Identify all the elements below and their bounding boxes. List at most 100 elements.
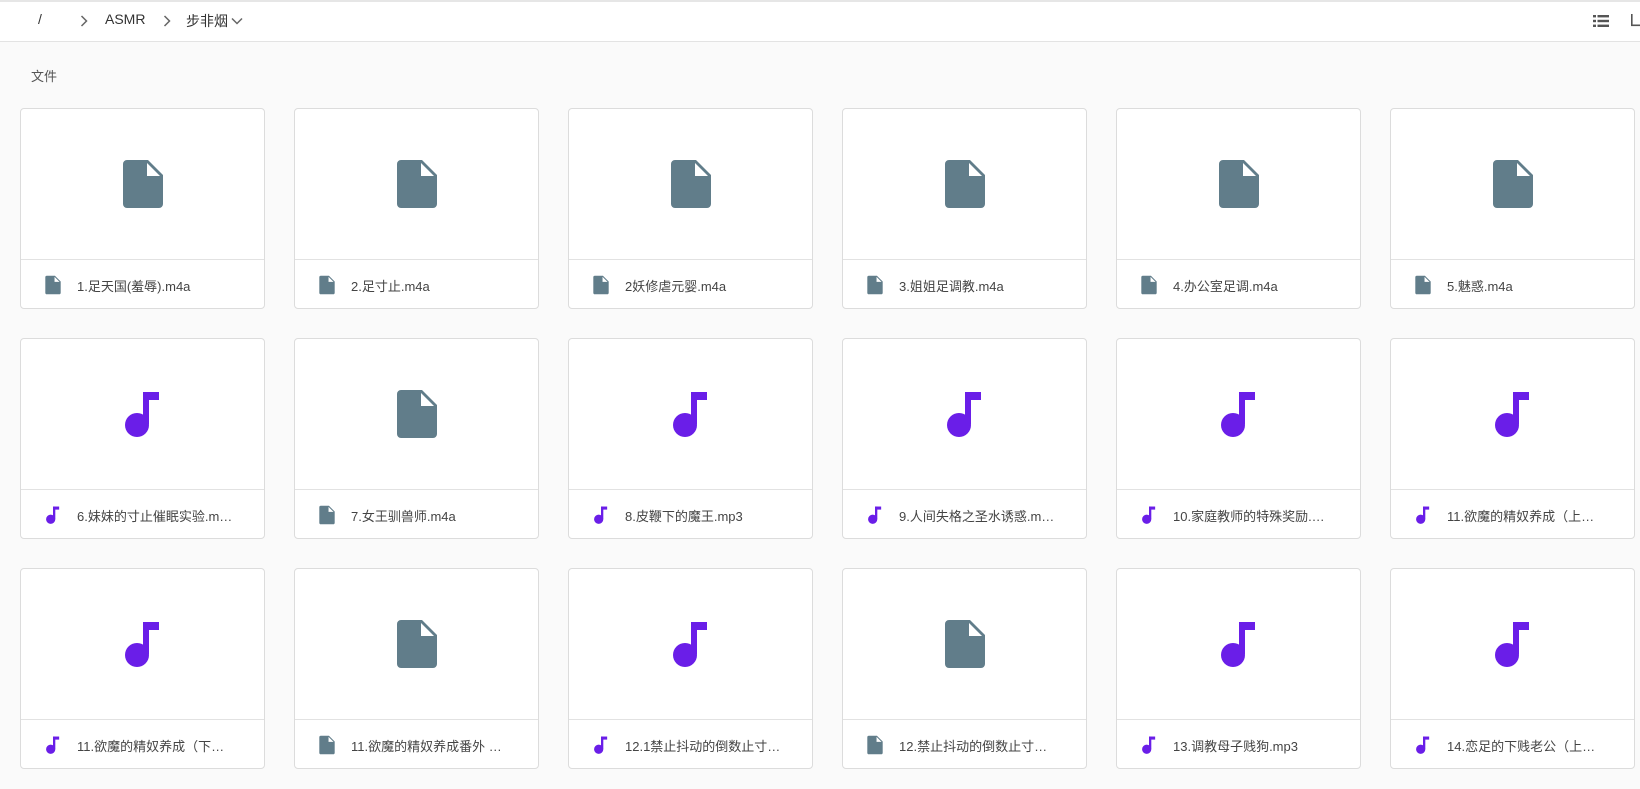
file-name: 12.1禁止抖动的倒数止寸… xyxy=(625,738,781,754)
file-preview[interactable] xyxy=(21,569,264,720)
music-note-icon xyxy=(1139,505,1159,525)
music-note-icon xyxy=(1493,620,1533,668)
file-footer[interactable]: 11.欲魔的精奴养成番外 … xyxy=(295,720,538,768)
file-preview[interactable] xyxy=(843,109,1086,260)
download-icon[interactable] xyxy=(1630,12,1640,30)
document-icon xyxy=(317,275,337,295)
file-footer[interactable]: 11.欲魔的精奴养成（上… xyxy=(1391,490,1634,538)
file-preview[interactable] xyxy=(569,339,812,490)
file-name: 10.家庭教师的特殊奖励.… xyxy=(1173,508,1325,524)
file-footer[interactable]: 2.足寸止.m4a xyxy=(295,260,538,308)
file-name: 8.皮鞭下的魔王.mp3 xyxy=(625,508,743,524)
document-icon xyxy=(944,160,985,208)
file-card[interactable]: 3.姐姐足调教.m4a xyxy=(842,108,1087,309)
file-card[interactable]: 1.足天国(羞辱).m4a xyxy=(20,108,265,309)
file-name: 11.欲魔的精奴养成（上… xyxy=(1447,508,1595,524)
file-name: 11.欲魔的精奴养成（下… xyxy=(77,738,225,754)
file-footer[interactable]: 2妖修虐元婴.m4a xyxy=(569,260,812,308)
document-icon xyxy=(670,160,711,208)
file-preview[interactable] xyxy=(295,339,538,490)
document-icon xyxy=(591,275,611,295)
file-name: 9.人间失格之圣水诱惑.m… xyxy=(899,508,1055,524)
document-icon xyxy=(865,735,885,755)
file-footer[interactable]: 8.皮鞭下的魔王.mp3 xyxy=(569,490,812,538)
file-card[interactable]: 12.1禁止抖动的倒数止寸… xyxy=(568,568,813,769)
document-icon xyxy=(1492,160,1533,208)
file-footer[interactable]: 12.1禁止抖动的倒数止寸… xyxy=(569,720,812,768)
file-card[interactable]: 13.调教母子贱狗.mp3 xyxy=(1116,568,1361,769)
file-footer[interactable]: 7.女王驯兽师.m4a xyxy=(295,490,538,538)
file-card[interactable]: 2妖修虐元婴.m4a xyxy=(568,108,813,309)
file-footer[interactable]: 1.足天国(羞辱).m4a xyxy=(21,260,264,308)
file-name: 14.恋足的下贱老公（上… xyxy=(1447,738,1596,754)
file-card[interactable]: 4.办公室足调.m4a xyxy=(1116,108,1361,309)
document-icon xyxy=(1218,160,1259,208)
file-name: 2.足寸止.m4a xyxy=(351,278,430,294)
file-card[interactable]: 11.欲魔的精奴养成番外 … xyxy=(294,568,539,769)
file-card[interactable]: 2.足寸止.m4a xyxy=(294,108,539,309)
file-name: 7.女王驯兽师.m4a xyxy=(351,508,456,524)
document-icon xyxy=(396,390,437,438)
music-note-icon xyxy=(1413,735,1433,755)
file-preview[interactable] xyxy=(569,109,812,260)
file-card[interactable]: 8.皮鞭下的魔王.mp3 xyxy=(568,338,813,539)
file-footer[interactable]: 9.人间失格之圣水诱惑.m… xyxy=(843,490,1086,538)
breadcrumb-item-current[interactable]: 步非烟 xyxy=(186,11,228,31)
file-footer[interactable]: 5.魅惑.m4a xyxy=(1391,260,1634,308)
music-note-icon xyxy=(671,390,711,438)
file-footer[interactable]: 4.办公室足调.m4a xyxy=(1117,260,1360,308)
file-footer[interactable]: 3.姐姐足调教.m4a xyxy=(843,260,1086,308)
file-preview[interactable] xyxy=(1117,569,1360,720)
document-icon xyxy=(1413,275,1433,295)
file-name: 12.禁止抖动的倒数止寸… xyxy=(899,738,1048,754)
document-icon xyxy=(944,620,985,668)
music-note-icon xyxy=(123,620,163,668)
file-preview[interactable] xyxy=(569,569,812,720)
file-preview[interactable] xyxy=(1391,339,1634,490)
file-preview[interactable] xyxy=(295,569,538,720)
file-name: 3.姐姐足调教.m4a xyxy=(899,278,1004,294)
file-footer[interactable]: 11.欲魔的精奴养成（下… xyxy=(21,720,264,768)
list-view-icon[interactable] xyxy=(1592,12,1610,30)
file-preview[interactable] xyxy=(843,569,1086,720)
file-preview[interactable] xyxy=(1117,339,1360,490)
music-note-icon xyxy=(865,505,885,525)
file-footer[interactable]: 10.家庭教师的特殊奖励.… xyxy=(1117,490,1360,538)
file-preview[interactable] xyxy=(21,339,264,490)
document-icon xyxy=(317,505,337,525)
document-icon xyxy=(396,160,437,208)
file-preview[interactable] xyxy=(1391,109,1634,260)
file-name: 5.魅惑.m4a xyxy=(1447,278,1513,294)
file-card[interactable]: 11.欲魔的精奴养成（下… xyxy=(20,568,265,769)
breadcrumb-root[interactable]: / xyxy=(38,11,42,27)
file-preview[interactable] xyxy=(295,109,538,260)
music-note-icon xyxy=(945,390,985,438)
file-name: 2妖修虐元婴.m4a xyxy=(625,278,727,294)
file-footer[interactable]: 14.恋足的下贱老公（上… xyxy=(1391,720,1634,768)
chevron-right-icon xyxy=(80,15,88,27)
file-card[interactable]: 7.女王驯兽师.m4a xyxy=(294,338,539,539)
file-footer[interactable]: 13.调教母子贱狗.mp3 xyxy=(1117,720,1360,768)
file-name: 1.足天国(羞辱).m4a xyxy=(77,278,191,294)
file-card[interactable]: 11.欲魔的精奴养成（上… xyxy=(1390,338,1635,539)
music-note-icon xyxy=(591,735,611,755)
file-card[interactable]: 12.禁止抖动的倒数止寸… xyxy=(842,568,1087,769)
file-card[interactable]: 6.妹妹的寸止催眠实验.m… xyxy=(20,338,265,539)
file-name: 11.欲魔的精奴养成番外 … xyxy=(351,738,502,754)
file-preview[interactable] xyxy=(21,109,264,260)
file-footer[interactable]: 6.妹妹的寸止催眠实验.m… xyxy=(21,490,264,538)
file-preview[interactable] xyxy=(843,339,1086,490)
document-icon xyxy=(122,160,163,208)
file-card[interactable]: 9.人间失格之圣水诱惑.m… xyxy=(842,338,1087,539)
file-card[interactable]: 5.魅惑.m4a xyxy=(1390,108,1635,309)
file-card[interactable]: 10.家庭教师的特殊奖励.… xyxy=(1116,338,1361,539)
file-preview[interactable] xyxy=(1391,569,1634,720)
chevron-right-icon xyxy=(163,15,171,27)
top-bar: / ASMR 步非烟 xyxy=(0,0,1640,42)
music-note-icon xyxy=(1493,390,1533,438)
breadcrumb-item-asmr[interactable]: ASMR xyxy=(105,11,145,27)
file-footer[interactable]: 12.禁止抖动的倒数止寸… xyxy=(843,720,1086,768)
file-preview[interactable] xyxy=(1117,109,1360,260)
chevron-down-icon[interactable] xyxy=(230,14,244,28)
file-card[interactable]: 14.恋足的下贱老公（上… xyxy=(1390,568,1635,769)
